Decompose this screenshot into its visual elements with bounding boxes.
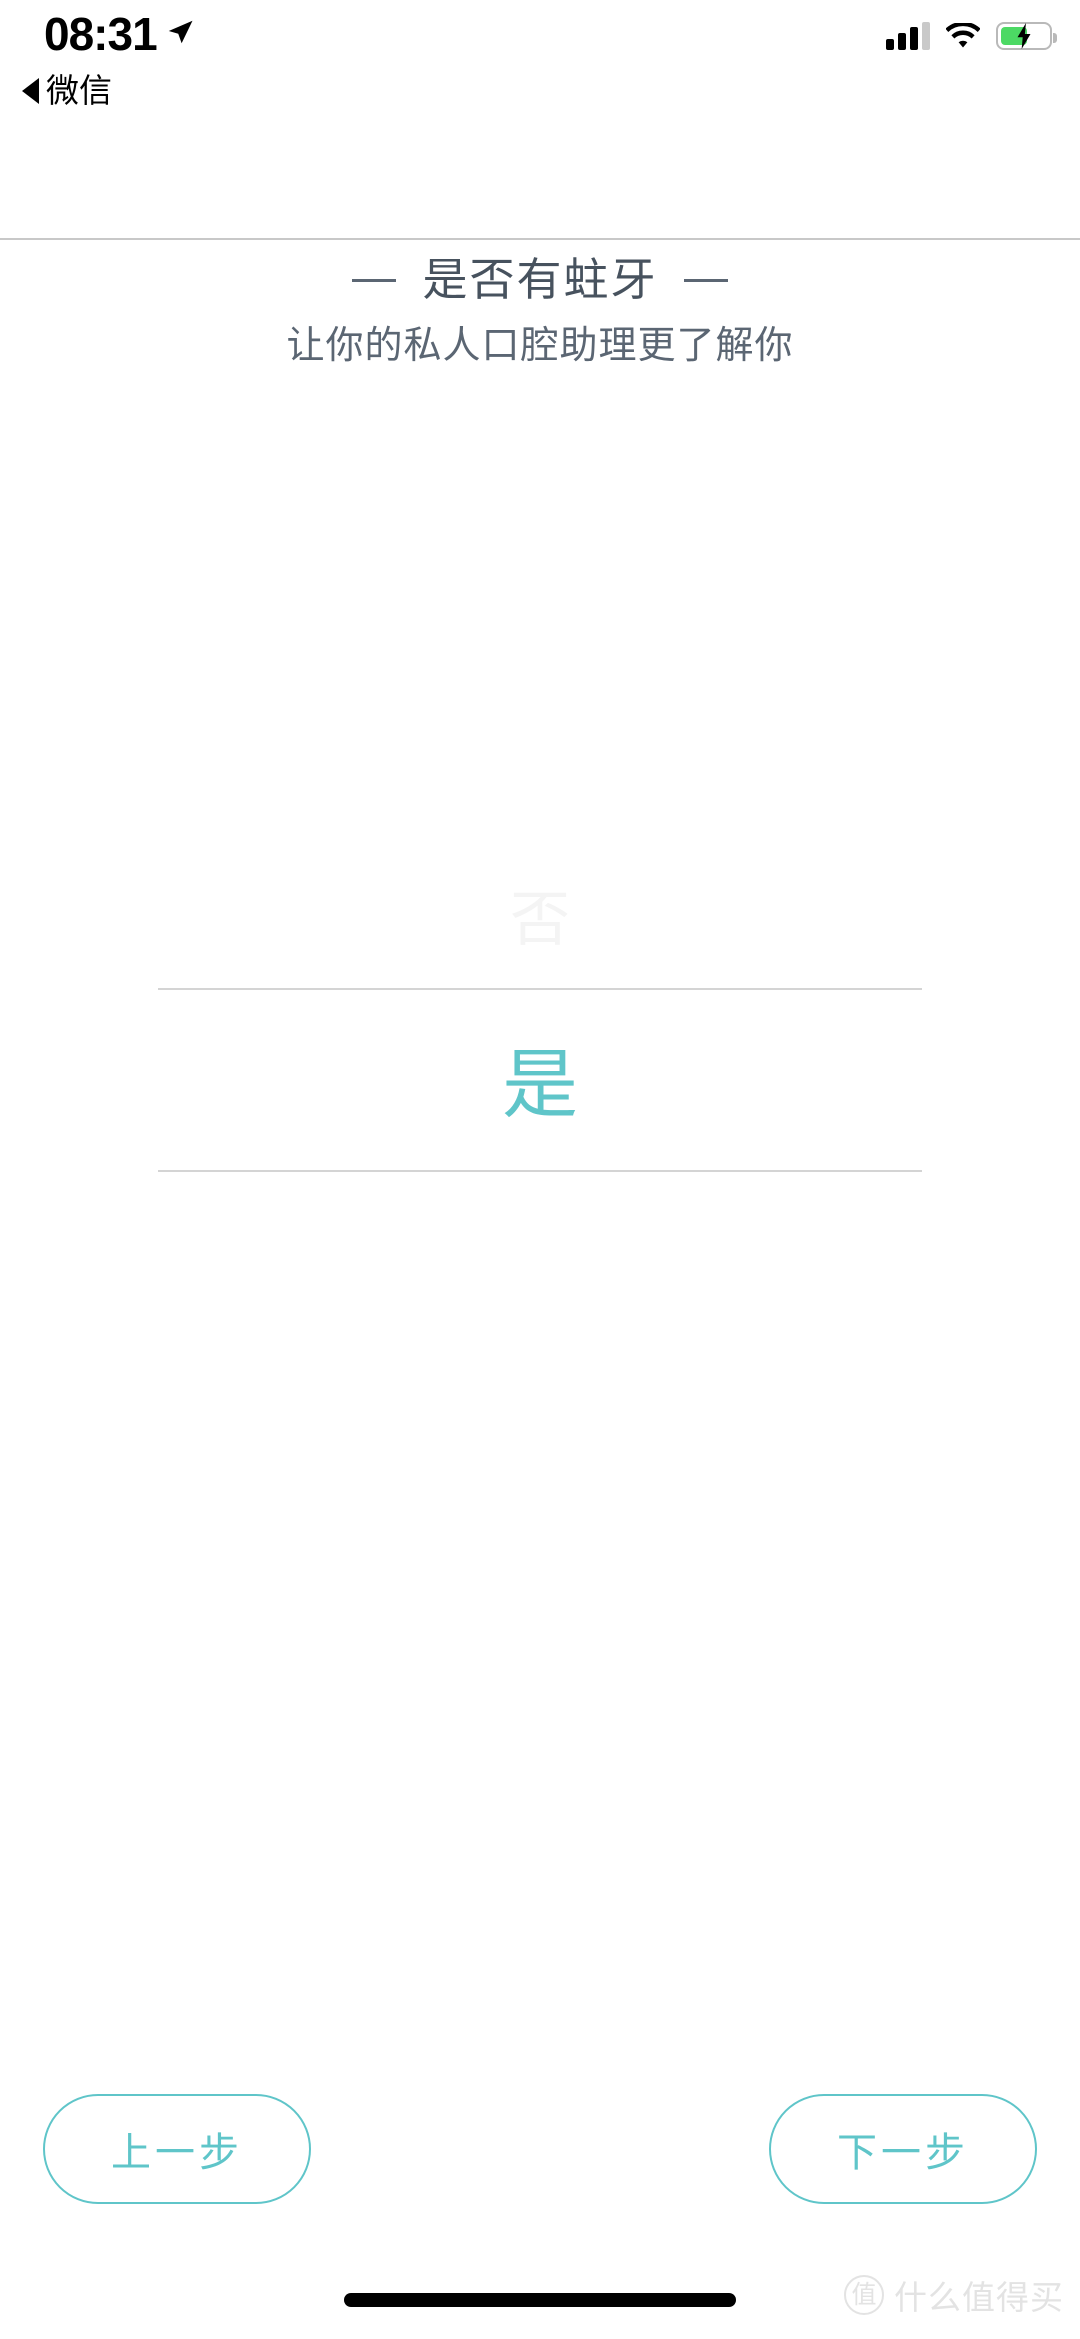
page-subtitle: 让你的私人口腔助理更了解你 <box>286 325 794 367</box>
header-divider <box>0 238 1080 240</box>
status-time-group: 08:31 <box>44 8 195 60</box>
battery-charging-icon <box>996 22 1057 50</box>
cellular-signal-icon <box>886 22 930 50</box>
picker-divider-top <box>158 988 922 990</box>
step-button-bar: 上一步 下一步 <box>0 2094 1080 2204</box>
next-step-button[interactable]: 下一步 <box>769 2094 1037 2204</box>
page-title: 是否有蛀牙 <box>422 254 658 305</box>
back-triangle-icon <box>22 78 39 104</box>
title-dash-left-icon <box>352 278 397 282</box>
watermark: 值 什么值得买 <box>844 2271 1064 2319</box>
back-label: 微信 <box>46 72 112 109</box>
watermark-logo-icon: 值 <box>844 2275 884 2315</box>
status-bar: 08:31 <box>0 0 1080 68</box>
question-title-row: 是否有蛀牙 <box>0 252 1080 308</box>
title-dash-right-icon <box>683 278 728 282</box>
status-time: 08:31 <box>44 8 158 60</box>
location-arrow-icon <box>165 17 195 47</box>
status-indicators <box>886 21 1057 50</box>
previous-step-button[interactable]: 上一步 <box>43 2094 311 2204</box>
yes-no-picker[interactable]: 否 是 <box>0 520 1080 1940</box>
app-screen: 08:31 微信 是否有蛀牙 让你的私人口腔助理更了解你 否 是 上一步 下一步… <box>0 0 1080 2339</box>
home-indicator[interactable] <box>344 2293 736 2307</box>
wifi-icon <box>945 21 981 50</box>
question-header: 是否有蛀牙 让你的私人口腔助理更了解你 <box>0 252 1080 370</box>
watermark-text: 什么值得买 <box>894 2279 1064 2316</box>
picker-option-selected[interactable]: 是 <box>0 1002 1080 1170</box>
back-to-wechat-button[interactable]: 微信 <box>22 72 112 110</box>
picker-divider-bottom <box>158 1170 922 1172</box>
picker-option-unselected[interactable]: 否 <box>0 890 1080 950</box>
